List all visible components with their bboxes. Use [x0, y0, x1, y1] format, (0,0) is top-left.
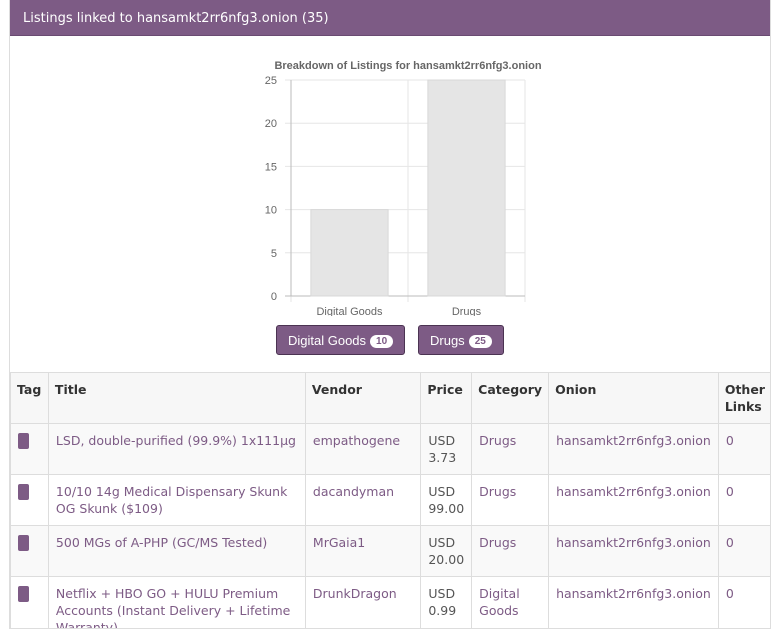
listing-title-link[interactable]: Netflix + HBO GO + HULU Premium Accounts… [56, 586, 290, 628]
price-cell: USD 3.73 [420, 423, 473, 475]
legend-button-digital-goods[interactable]: Digital Goods 10 [276, 325, 406, 355]
bar [427, 79, 506, 297]
onion-cell: hansamkt2rr6nfg3.onion [548, 525, 719, 577]
legend-label: Digital Goods [288, 332, 367, 348]
listings-table: Tag Title Vendor Price Category Onion Ot… [10, 372, 770, 628]
other-links-cell: 0 [717, 576, 770, 628]
onion-cell: hansamkt2rr6nfg3.onion [548, 474, 719, 526]
category-link[interactable]: Drugs [479, 535, 516, 550]
vendor-cell: MrGaia1 [304, 525, 422, 577]
category-cell: Drugs [471, 474, 550, 526]
listing-title-link[interactable]: 10/10 14g Medical Dispensary Skunk OG Sk… [56, 484, 287, 516]
title-cell: 500 MGs of A-PHP (GC/MS Tested) [47, 525, 306, 577]
vendor-link[interactable]: empathogene [313, 433, 400, 448]
table-row: 500 MGs of A-PHP (GC/MS Tested) MrGaia1 … [10, 525, 770, 577]
category-cell: Drugs [471, 423, 550, 475]
vendor-cell: dacandyman [304, 474, 422, 526]
table-row: LSD, double-purified (99.9%) 1x111µg emp… [10, 423, 770, 475]
price-cell: USD 0.99 [420, 576, 473, 628]
x-tick-label: Digital Goods [316, 306, 383, 316]
other-links-cell: 0 [717, 474, 770, 526]
tag-cell [10, 525, 49, 577]
category-link[interactable]: Drugs [479, 484, 516, 499]
y-tick-label: 25 [265, 75, 277, 87]
price-cell: USD 20.00 [420, 525, 473, 577]
vendor-link[interactable]: dacandyman [313, 484, 394, 499]
category-link[interactable]: Digital Goods [479, 586, 520, 618]
column-header-other-links[interactable]: Other Links [717, 372, 770, 424]
listing-title-link[interactable]: LSD, double-purified (99.9%) 1x111µg [56, 433, 296, 448]
y-tick-label: 15 [265, 161, 277, 173]
column-header-category[interactable]: Category [471, 372, 550, 424]
listings-panel: Listings linked to hansamkt2rr6nfg3.onio… [9, 0, 771, 629]
y-tick-label: 10 [265, 205, 277, 217]
tag-cell [10, 474, 49, 526]
other-links-cell: 0 [717, 525, 770, 577]
table-row: 10/10 14g Medical Dispensary Skunk OG Sk… [10, 474, 770, 526]
onion-link[interactable]: hansamkt2rr6nfg3.onion [556, 586, 711, 601]
other-links-link[interactable]: 0 [726, 535, 734, 550]
column-header-title[interactable]: Title [47, 372, 306, 424]
onion-link[interactable]: hansamkt2rr6nfg3.onion [556, 433, 711, 448]
category-link[interactable]: Drugs [479, 433, 516, 448]
vendor-cell: DrunkDragon [304, 576, 422, 628]
onion-link[interactable]: hansamkt2rr6nfg3.onion [556, 535, 711, 550]
legend-label: Drugs [430, 332, 465, 348]
title-cell: LSD, double-purified (99.9%) 1x111µg [47, 423, 306, 475]
onion-cell: hansamkt2rr6nfg3.onion [548, 576, 719, 628]
other-links-link[interactable]: 0 [726, 433, 734, 448]
vendor-link[interactable]: MrGaia1 [313, 535, 365, 550]
table-header-row: Tag Title Vendor Price Category Onion Ot… [10, 372, 770, 424]
column-header-onion[interactable]: Onion [548, 372, 719, 424]
legend-count-badge: 25 [468, 334, 492, 348]
tag-icon[interactable] [18, 535, 29, 551]
other-links-cell: 0 [717, 423, 770, 475]
y-tick-label: 5 [271, 248, 277, 260]
tag-icon[interactable] [18, 484, 29, 500]
chart-title: Breakdown of Listings for hansamkt2rr6nf… [274, 60, 541, 72]
column-header-price[interactable]: Price [420, 372, 473, 424]
column-header-tag[interactable]: Tag [10, 372, 49, 424]
panel-heading: Listings linked to hansamkt2rr6nfg3.onio… [10, 0, 770, 36]
column-header-vendor[interactable]: Vendor [304, 372, 422, 424]
title-cell: 10/10 14g Medical Dispensary Skunk OG Sk… [47, 474, 306, 526]
price-cell: USD 99.00 [420, 474, 473, 526]
y-tick-label: 0 [271, 291, 277, 303]
other-links-link[interactable]: 0 [726, 484, 734, 499]
tag-icon[interactable] [18, 586, 29, 602]
onion-link[interactable]: hansamkt2rr6nfg3.onion [556, 484, 711, 499]
bar-chart: Breakdown of Listings for hansamkt2rr6nf… [265, 60, 542, 316]
tag-icon[interactable] [18, 433, 29, 449]
chart-area: Breakdown of Listings for hansamkt2rr6nf… [10, 36, 770, 372]
table-row: Netflix + HBO GO + HULU Premium Accounts… [10, 576, 770, 628]
category-cell: Drugs [471, 525, 550, 577]
other-links-link[interactable]: 0 [726, 586, 734, 601]
tag-cell [10, 423, 49, 475]
x-tick-label: Drugs [452, 306, 482, 316]
y-tick-label: 20 [265, 118, 277, 130]
vendor-link[interactable]: DrunkDragon [313, 586, 397, 601]
title-cell: Netflix + HBO GO + HULU Premium Accounts… [47, 576, 306, 628]
bar [310, 209, 389, 297]
onion-cell: hansamkt2rr6nfg3.onion [548, 423, 719, 475]
legend-count-badge: 10 [370, 334, 394, 348]
vendor-cell: empathogene [304, 423, 422, 475]
tag-cell [10, 576, 49, 628]
category-cell: Digital Goods [471, 576, 550, 628]
legend-button-drugs[interactable]: Drugs 25 [418, 325, 504, 355]
listing-title-link[interactable]: 500 MGs of A-PHP (GC/MS Tested) [56, 535, 267, 550]
